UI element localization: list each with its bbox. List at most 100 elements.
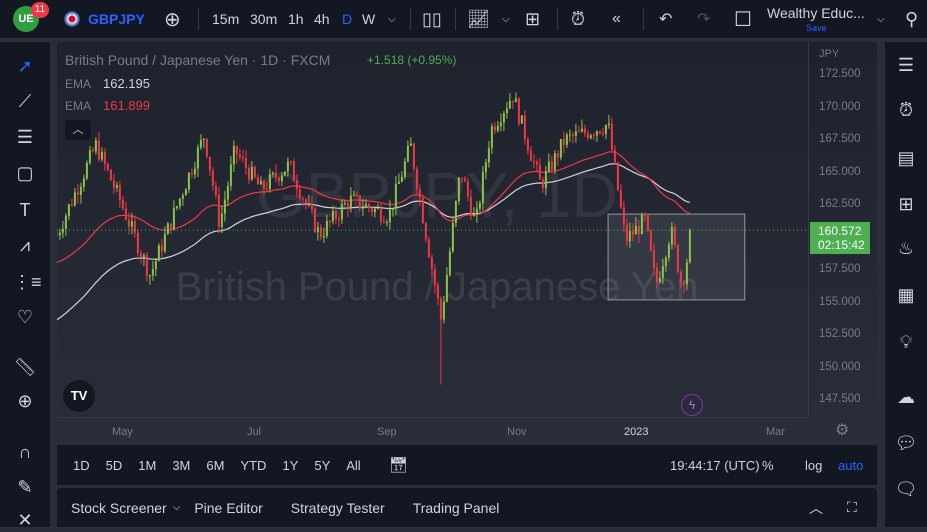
streams-icon[interactable]: ☁: [893, 384, 919, 410]
text-icon[interactable]: T: [13, 198, 37, 222]
candle-body: [619, 190, 622, 208]
cursor-icon[interactable]: ➚: [13, 54, 37, 78]
currency-selector[interactable]: JPY: [819, 48, 839, 60]
chats-icon[interactable]: 💬︎: [893, 430, 919, 456]
templates-icon[interactable]: ⊞: [525, 0, 540, 38]
price-tick: 155.000: [819, 295, 861, 308]
date-range-icon[interactable]: 📅︎: [389, 456, 408, 474]
lightning-icon[interactable]: ϟ: [681, 394, 703, 416]
magnet-icon[interactable]: ∩: [13, 440, 37, 464]
messages-icon[interactable]: 🗨︎: [893, 476, 919, 502]
watchlist-icon[interactable]: ☰: [893, 52, 919, 78]
range-1y[interactable]: 1Y: [282, 458, 298, 473]
candle-body: [277, 177, 280, 182]
range-1m[interactable]: 1M: [138, 458, 156, 473]
tab-pine-editor[interactable]: Pine Editor: [194, 500, 262, 516]
collapse-legend-button[interactable]: ︿: [65, 120, 91, 140]
candle-body: [514, 98, 517, 103]
candle-body: [628, 231, 631, 242]
tradingview-logo[interactable]: TV: [63, 380, 95, 412]
hotlist-fire-icon[interactable]: ♨: [893, 235, 919, 261]
candle-body: [520, 115, 523, 124]
candle-body: [238, 154, 241, 157]
shapes-icon[interactable]: ▢: [13, 161, 37, 185]
candle-body: [625, 224, 628, 242]
interval-15m[interactable]: 15m: [212, 0, 239, 38]
zoom-in-icon[interactable]: ⊕: [13, 389, 37, 413]
percent-toggle[interactable]: %: [762, 458, 774, 473]
candle-body: [406, 145, 409, 162]
candle-body: [163, 234, 166, 252]
candle-body: [88, 150, 91, 163]
undo-icon[interactable]: ↶: [659, 0, 672, 38]
candle-body: [490, 126, 493, 149]
symbol-search-button[interactable]: GBPJPY: [88, 0, 145, 38]
candle-body: [493, 126, 496, 131]
auto-toggle[interactable]: auto: [838, 458, 863, 473]
replay-icon[interactable]: «: [612, 0, 621, 38]
candle-body: [463, 178, 466, 182]
compare-add-icon[interactable]: ⊕: [164, 0, 181, 38]
alert-icon[interactable]: ⏰︎: [571, 0, 585, 38]
calendar-icon[interactable]: ▦: [893, 282, 919, 308]
lock-drawing-icon[interactable]: ✎: [13, 475, 37, 499]
collapse-panel-icon[interactable]: ︿: [809, 498, 823, 518]
right-widgetbar: ☰ ⏰︎ ▤ ⊞ ♨ ▦ 💡︎ ☁ 💬︎ 🗨︎: [885, 42, 927, 527]
chevron-down-icon[interactable]: ⌵: [173, 502, 181, 513]
tab-strategy-tester[interactable]: Strategy Tester: [291, 500, 385, 516]
redo-icon[interactable]: ↷: [697, 0, 710, 38]
candle-body: [676, 244, 679, 273]
price-tick: 147.500: [819, 393, 861, 405]
candle-body: [547, 161, 550, 172]
price-axis[interactable]: JPY 172.500 170.000 167.500 165.000 162.500 1…: [808, 42, 877, 417]
range-5y[interactable]: 5Y: [314, 458, 330, 473]
watermark-symbol: GBPJPY, 1D: [256, 159, 618, 231]
range-1d[interactable]: 1D: [73, 458, 90, 473]
range-5d[interactable]: 5D: [106, 458, 123, 473]
trend-line-icon[interactable]: ⟋: [13, 89, 37, 113]
chevron-down-icon[interactable]: ⌵: [877, 0, 885, 38]
candle-body: [640, 214, 643, 235]
log-toggle[interactable]: log: [805, 458, 822, 473]
chevron-down-icon[interactable]: ⌵: [388, 0, 396, 38]
candle-body: [322, 235, 325, 238]
tab-stock-screener[interactable]: Stock Screener: [71, 500, 167, 516]
chevron-down-icon[interactable]: ⌵: [502, 0, 510, 38]
candle-body: [358, 195, 361, 209]
interval-4h[interactable]: 4h: [314, 0, 330, 38]
ideas-bulb-icon[interactable]: 💡︎: [893, 329, 919, 355]
candle-body: [670, 226, 673, 245]
range-3m[interactable]: 3M: [172, 458, 190, 473]
interval-30m[interactable]: 30m: [250, 0, 277, 38]
remove-icon[interactable]: ✕: [13, 508, 37, 532]
add-list-icon[interactable]: ⊞: [893, 191, 919, 217]
clock[interactable]: 19:44:17 (UTC): [670, 458, 760, 473]
tab-trading-panel[interactable]: Trading Panel: [413, 500, 500, 516]
search-icon[interactable]: ⚲: [905, 0, 918, 38]
time-axis[interactable]: May Jul Sep Nov 2023 Mar: [57, 417, 808, 445]
candles-icon[interactable]: ▯▯: [422, 0, 442, 38]
chart-pane[interactable]: GBPJPY, 1D British Pound / Japanese Yen …: [57, 42, 877, 445]
heart-icon[interactable]: ♡: [13, 305, 37, 329]
alerts-icon[interactable]: ⏰︎: [893, 97, 919, 123]
interval-w[interactable]: W: [362, 0, 375, 38]
candle-body: [679, 272, 682, 283]
candle-body: [607, 123, 610, 125]
fullscreen-box-icon[interactable]: ☐: [734, 0, 752, 38]
candle-body: [550, 161, 553, 171]
chart-settings-gear-icon[interactable]: ⚙: [835, 420, 849, 440]
interval-1h[interactable]: 1h: [288, 0, 304, 38]
prediction-icon[interactable]: ⋮≡: [13, 270, 42, 294]
indicators-icon[interactable]: 📈︎: [467, 0, 490, 38]
interval-d[interactable]: D: [342, 0, 352, 38]
ruler-icon[interactable]: 📏︎: [13, 355, 37, 379]
maximize-panel-icon[interactable]: ⛶: [847, 499, 857, 516]
range-6m[interactable]: 6M: [206, 458, 224, 473]
range-all[interactable]: All: [346, 458, 360, 473]
news-icon[interactable]: ▤: [893, 145, 919, 171]
patterns-icon[interactable]: ⩘: [13, 233, 37, 257]
fib-icon[interactable]: ☰: [13, 125, 37, 149]
price-chart[interactable]: GBPJPY, 1D British Pound / Japanese Yen: [57, 42, 877, 445]
range-ytd[interactable]: YTD: [240, 458, 266, 473]
candle-body: [334, 210, 337, 219]
